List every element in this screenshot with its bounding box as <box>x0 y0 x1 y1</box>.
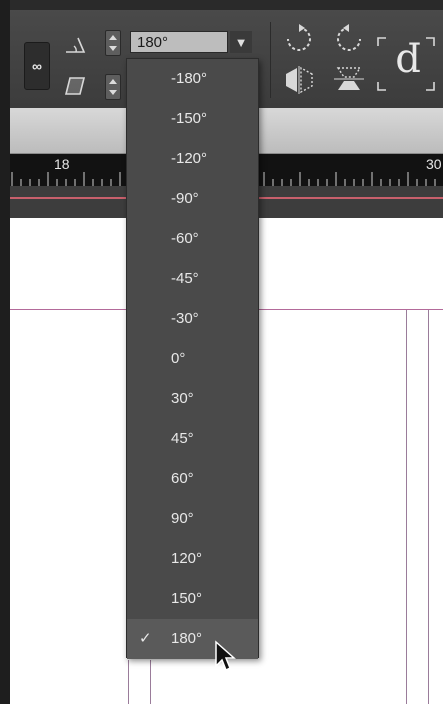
menu-item-rotation-option[interactable]: -60° <box>127 219 258 259</box>
menu-item-label: -90° <box>171 190 199 207</box>
menu-item-rotation-option[interactable]: 120° <box>127 539 258 579</box>
menu-item-label: -45° <box>171 270 199 287</box>
rotation-angle-field[interactable]: 180° <box>130 31 228 53</box>
ruler-label-30: 30 <box>426 156 442 172</box>
shear-angle-stepper[interactable] <box>105 74 121 100</box>
menu-item-rotation-option[interactable]: -90° <box>127 179 258 219</box>
menu-item-rotation-option[interactable]: -30° <box>127 299 258 339</box>
reference-point-glyph: p <box>395 41 421 87</box>
column-guide-vertical <box>428 310 429 704</box>
menu-item-rotation-option[interactable]: 90° <box>127 499 258 539</box>
menu-item-label: -150° <box>171 110 208 127</box>
menu-item-label: 0° <box>171 350 186 367</box>
shear-angle-icon <box>64 77 86 95</box>
mouse-pointer-icon <box>215 640 236 672</box>
rotation-angle-stepper[interactable] <box>105 30 121 56</box>
menu-item-label: -180° <box>171 70 208 87</box>
constrain-proportions-button[interactable]: ∞ <box>24 42 50 90</box>
window-top-edge <box>0 0 443 10</box>
menu-item-rotation-option[interactable]: -120° <box>127 139 258 179</box>
rotate-counterclockwise-icon[interactable] <box>332 24 366 54</box>
column-guide-left-1 <box>128 660 129 704</box>
menu-item-rotation-option[interactable]: 150° <box>127 579 258 619</box>
window-left-edge <box>0 0 10 704</box>
menu-item-rotation-option[interactable]: -180° <box>127 59 258 99</box>
menu-item-rotation-option[interactable]: 0° <box>127 339 258 379</box>
menu-item-rotation-option[interactable]: 60° <box>127 459 258 499</box>
flip-vertical-icon[interactable] <box>332 64 366 94</box>
menu-item-label: 90° <box>171 510 194 527</box>
rotation-angle-dropdown-button[interactable]: ▼ <box>230 31 252 53</box>
menu-item-label: 120° <box>171 550 203 567</box>
menu-item-label: -120° <box>171 150 208 167</box>
menu-item-label: 150° <box>171 590 203 607</box>
menu-item-rotation-option[interactable]: -45° <box>127 259 258 299</box>
ruler-label-18: 18 <box>54 156 70 172</box>
menu-item-rotation-option[interactable]: ✓ 180° <box>127 619 258 659</box>
rotation-angle-icon <box>66 37 86 53</box>
menu-item-label: -30° <box>171 310 199 327</box>
toolbar-divider <box>270 22 271 98</box>
menu-item-rotation-option[interactable]: 45° <box>127 419 258 459</box>
menu-item-label: 180° <box>171 630 203 647</box>
margin-guide-vertical <box>406 310 407 704</box>
column-guide-left-2 <box>150 660 151 704</box>
menu-item-rotation-option[interactable]: -150° <box>127 99 258 139</box>
menu-item-rotation-option[interactable]: 30° <box>127 379 258 419</box>
rotation-angle-menu: -180° -150° -120° -90° -60° -45° -30° 0° 30° 45° 6… <box>126 58 259 659</box>
rotate-clockwise-icon[interactable] <box>282 24 316 54</box>
chain-link-icon: ∞ <box>32 58 42 74</box>
menu-item-label: 60° <box>171 470 194 487</box>
chevron-down-icon: ▼ <box>234 34 248 50</box>
menu-item-label: -60° <box>171 230 199 247</box>
menu-item-label: 45° <box>171 430 194 447</box>
flip-horizontal-icon[interactable] <box>282 64 316 94</box>
checkmark-icon: ✓ <box>139 630 152 647</box>
menu-item-label: 30° <box>171 390 194 407</box>
